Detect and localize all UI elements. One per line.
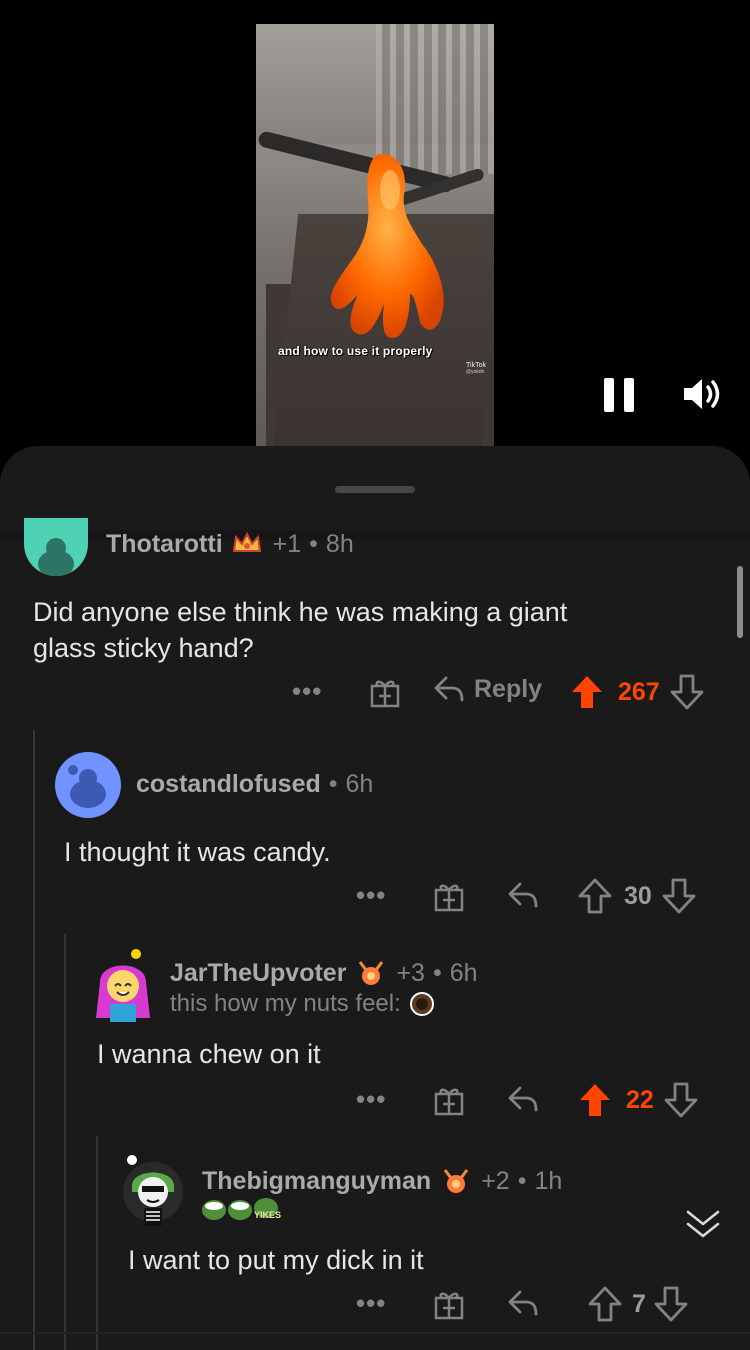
user-flair: this how my nuts feel: xyxy=(170,990,435,1018)
user-flair: YIKES xyxy=(200,1194,281,1222)
comment-body-line: glass sticky hand? xyxy=(33,633,254,663)
pause-button[interactable] xyxy=(604,378,636,412)
tiktok-handle: @yokdn xyxy=(466,369,485,375)
video-player[interactable]: and how to use it properly TikTok @yokdn xyxy=(0,0,750,470)
gift-icon xyxy=(434,1292,464,1320)
comment-age: 6h xyxy=(345,770,374,798)
tiktok-watermark: TikTok @yokdn xyxy=(466,362,486,375)
more-options-button[interactable]: ••• xyxy=(356,880,386,911)
reply-button[interactable] xyxy=(506,1288,540,1318)
comment-age: 1h xyxy=(534,1166,563,1195)
more-options-button[interactable]: ••• xyxy=(292,676,322,707)
more-options-button[interactable]: ••• xyxy=(356,1288,386,1319)
vote-score: 30 xyxy=(624,881,652,910)
give-award-button[interactable] xyxy=(368,676,402,710)
vote-score: 7 xyxy=(632,1289,646,1318)
video-background-slats xyxy=(376,24,494,174)
reply-label: Reply xyxy=(474,674,543,703)
avatar[interactable] xyxy=(55,752,121,818)
downvote-icon[interactable] xyxy=(664,1082,698,1118)
award-count: +3 xyxy=(396,958,425,987)
reply-button[interactable]: Reply xyxy=(432,674,542,704)
pause-icon xyxy=(604,378,614,412)
user-flair-text: this how my nuts feel: xyxy=(170,990,401,1017)
video-glass-hand xyxy=(330,154,444,339)
more-options-button[interactable]: ••• xyxy=(356,1084,386,1115)
reply-arrow-icon xyxy=(434,676,464,702)
award-icon xyxy=(443,1169,469,1193)
gift-icon xyxy=(370,680,400,708)
comment-meta: Thebigmanguyman +2 • 1h xyxy=(202,1166,562,1196)
pause-icon-bar xyxy=(624,378,634,412)
crown-award-icon xyxy=(232,531,261,552)
volume-icon xyxy=(684,379,720,409)
comment-age: 8h xyxy=(325,530,354,558)
comment-jartheupvoter: JarTheUpvoter +3 • 6h this how my nuts f… xyxy=(0,942,750,1132)
comment-meta: costandlofused • 6h xyxy=(136,770,373,799)
downvote-icon[interactable] xyxy=(654,1286,688,1322)
tiktok-brand: TikTok xyxy=(466,362,486,369)
upvote-icon[interactable] xyxy=(578,1082,612,1118)
upvote-icon[interactable] xyxy=(578,878,612,914)
award-icon xyxy=(359,961,384,985)
username[interactable]: Thebigmanguyman xyxy=(202,1167,431,1196)
downvote-icon[interactable] xyxy=(662,878,696,914)
separator-dot: • xyxy=(517,1166,527,1195)
comment-body: I wanna chew on it xyxy=(97,1039,321,1069)
reply-arrow-icon xyxy=(508,1086,538,1112)
comments-sheet: Thotarotti +1 • 8h Did anyone else think… xyxy=(0,446,750,1350)
give-award-button[interactable] xyxy=(432,1084,466,1118)
username[interactable]: costandlofused xyxy=(136,770,321,799)
vote-controls: 267 xyxy=(570,674,704,710)
award-count: +2 xyxy=(481,1166,510,1195)
comment-costandlofused: costandlofused • 6h I thought it was can… xyxy=(0,746,750,926)
gift-icon xyxy=(434,884,464,912)
give-award-button[interactable] xyxy=(432,1288,466,1322)
flair-emoji-label: YIKES xyxy=(254,1210,282,1220)
reply-button[interactable] xyxy=(506,1084,540,1114)
video-frame[interactable]: and how to use it properly TikTok @yokdn xyxy=(256,24,494,446)
vote-controls: 7 xyxy=(588,1286,688,1322)
upvote-icon[interactable] xyxy=(570,674,604,710)
vote-score: 22 xyxy=(626,1085,654,1114)
vote-score: 267 xyxy=(618,677,660,706)
vote-controls: 30 xyxy=(578,878,696,914)
downvote-icon[interactable] xyxy=(670,674,704,710)
comment-body: Did anyone else think he was making a gi… xyxy=(33,594,567,666)
reply-arrow-icon xyxy=(508,1290,538,1316)
next-comment-divider xyxy=(0,1332,750,1334)
gift-icon xyxy=(434,1088,464,1116)
collapse-thread-button[interactable] xyxy=(684,1204,722,1242)
comment-meta: Thotarotti +1 • 8h xyxy=(106,530,354,559)
collapse-chevron-icon xyxy=(686,1210,720,1238)
give-award-button[interactable] xyxy=(432,880,466,914)
comment-body-line: Did anyone else think he was making a gi… xyxy=(33,597,568,627)
reply-arrow-icon xyxy=(508,882,538,908)
separator-dot: • xyxy=(432,958,442,987)
vote-controls: 22 xyxy=(578,1082,698,1118)
separator-dot: • xyxy=(309,530,318,558)
separator-dot: • xyxy=(328,770,338,798)
avatar[interactable] xyxy=(24,518,88,576)
upvote-icon[interactable] xyxy=(588,1286,622,1322)
comment-thebigmanguyman: Thebigmanguyman +2 • 1h YIKES I want to … xyxy=(0,1146,750,1350)
comment-age: 6h xyxy=(449,958,478,987)
comment-thotarotti: Thotarotti +1 • 8h Did anyone else think… xyxy=(0,446,750,726)
video-caption: and how to use it properly xyxy=(278,344,433,358)
reply-button[interactable] xyxy=(506,880,540,910)
username[interactable]: Thotarotti xyxy=(106,530,223,559)
avatar[interactable] xyxy=(120,1152,186,1228)
comment-body: I want to put my dick in it xyxy=(128,1245,424,1275)
coconut-emoji-icon xyxy=(409,992,434,1016)
comment-body: I thought it was candy. xyxy=(64,837,331,867)
comment-meta: JarTheUpvoter +3 • 6h xyxy=(170,958,478,988)
volume-button[interactable] xyxy=(680,374,724,414)
username[interactable]: JarTheUpvoter xyxy=(170,959,346,988)
award-count: +1 xyxy=(272,530,302,558)
avatar[interactable] xyxy=(90,942,156,1026)
